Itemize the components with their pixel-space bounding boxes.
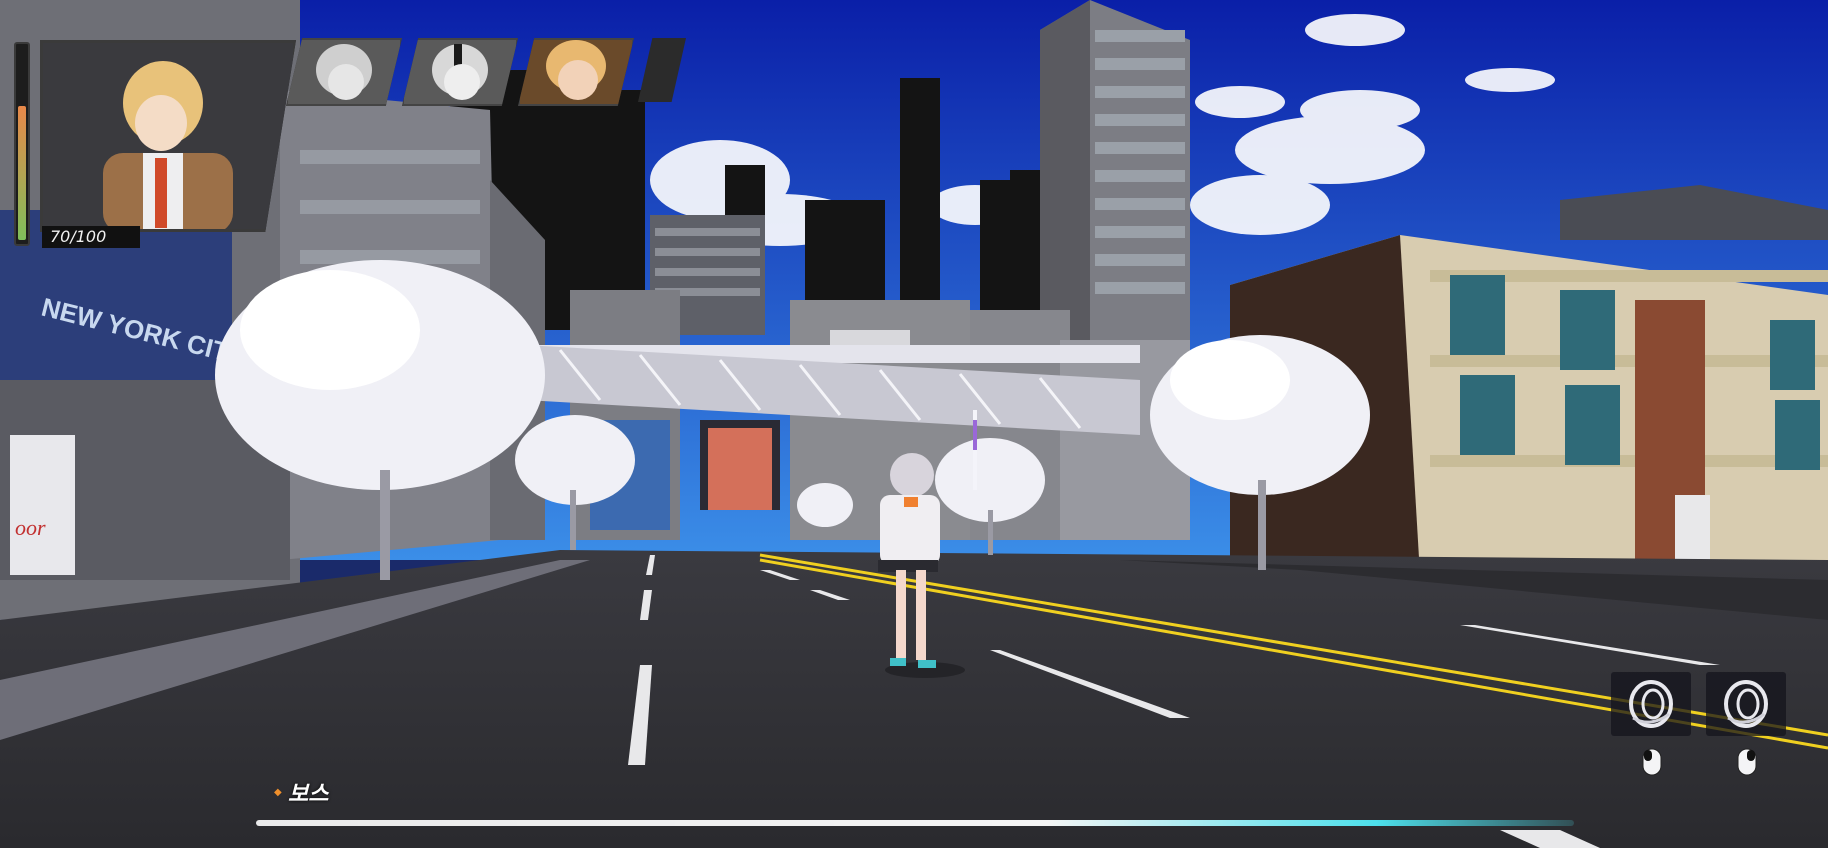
- character-portrait-art: [43, 43, 293, 229]
- hp-readout: 70/100: [42, 226, 140, 248]
- party-panel-end-cap: [638, 38, 686, 102]
- boss-marker-icon: ◆: [274, 787, 282, 798]
- mouse-right-icon: [1737, 748, 1757, 776]
- party-slot-3[interactable]: [402, 38, 518, 106]
- swirl-skill-icon: [1629, 680, 1673, 728]
- mouse-left-icon: [1642, 748, 1662, 776]
- tall-tower: [1040, 0, 1190, 340]
- party-portrait-4: [520, 40, 632, 104]
- hp-gauge: [14, 42, 30, 246]
- wall-graffiti: oor: [15, 515, 46, 540]
- hp-gauge-fill: [18, 105, 26, 240]
- skill-slot-1[interactable]: [1611, 672, 1691, 736]
- party-portrait-3: [404, 40, 516, 104]
- swirl-skill-icon: [1724, 680, 1768, 728]
- party-slot-2[interactable]: [286, 38, 402, 106]
- party-slot-4[interactable]: [518, 38, 634, 106]
- boss-health-bar: [256, 820, 1574, 826]
- party-panel: 70/100: [4, 18, 686, 248]
- skill-slot-2[interactable]: [1706, 672, 1786, 736]
- active-character-portrait: [40, 40, 296, 232]
- boss-label: 보스: [288, 782, 329, 807]
- party-portrait-2: [288, 40, 400, 104]
